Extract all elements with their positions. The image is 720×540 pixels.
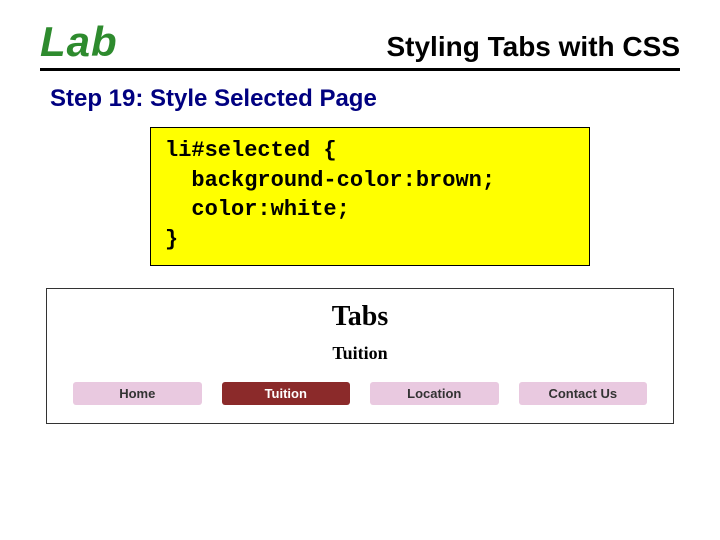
tab-tuition[interactable]: Tuition <box>222 382 351 405</box>
preview-subheading: Tuition <box>69 343 651 364</box>
lab-label: Lab <box>40 18 118 66</box>
tab-contact-us[interactable]: Contact Us <box>519 382 648 405</box>
tabs-row: Home Tuition Location Contact Us <box>69 382 651 405</box>
tab-home[interactable]: Home <box>73 382 202 405</box>
preview-box: Tabs Tuition Home Tuition Location Conta… <box>46 288 674 424</box>
preview-heading: Tabs <box>69 301 651 333</box>
step-heading: Step 19: Style Selected Page <box>50 85 680 113</box>
slide-header: Lab Styling Tabs with CSS <box>40 18 680 71</box>
tab-location[interactable]: Location <box>370 382 499 405</box>
page-title: Styling Tabs with CSS <box>386 31 680 63</box>
code-block: li#selected { background-color:brown; co… <box>150 127 590 266</box>
